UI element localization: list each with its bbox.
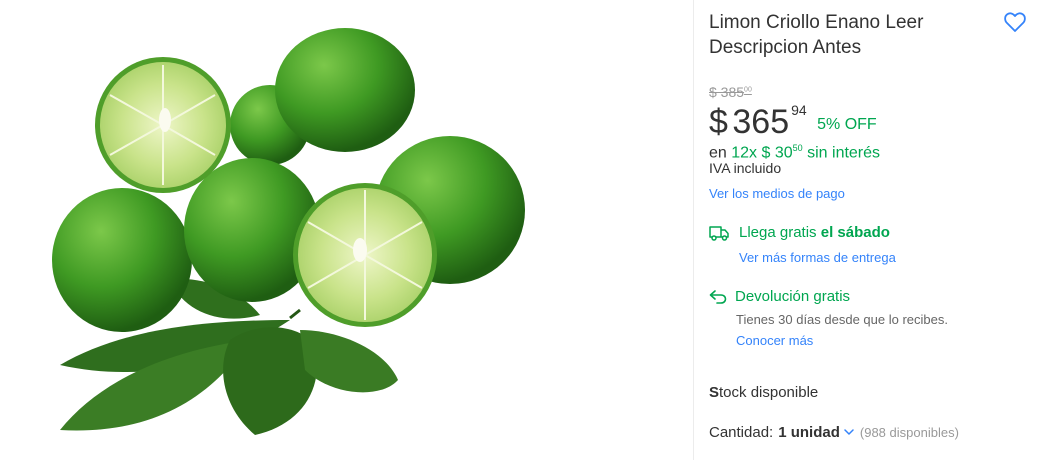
payment-methods-link[interactable]: Ver los medios de pago (709, 186, 845, 201)
quantity-available: (988 disponibles) (859, 425, 959, 440)
favorite-button[interactable] (1003, 10, 1027, 34)
returns-info: Devolución gratis (709, 288, 850, 305)
shipping-day: el sábado (820, 224, 890, 241)
installments-amount: 12x $ 30 (731, 144, 793, 162)
discount-badge: 5% OFF (817, 116, 877, 133)
product-image-panel[interactable] (0, 0, 693, 460)
chevron-down-icon[interactable] (844, 429, 854, 436)
returns-detail: Tienes 30 días desde que lo recibes. (736, 312, 948, 327)
return-arrow-icon (709, 289, 727, 304)
shipping-text: Llega gratis el sábado (739, 224, 890, 241)
more-shipping-options-link[interactable]: Ver más formas de entrega (739, 250, 896, 265)
original-price-amount: $ 385 (709, 84, 745, 100)
stock-text: tock disponible (719, 384, 819, 401)
shipping-info: Llega gratis el sábado (709, 224, 890, 241)
original-price: $ 38500 (709, 84, 752, 100)
stock-initial: S (709, 384, 720, 401)
panel-divider (693, 0, 694, 460)
price-amount: 365 (732, 103, 790, 141)
quantity-row: Cantidad: 1 unidad (988 disponibles) (709, 424, 959, 441)
currency-symbol: $ (709, 103, 728, 141)
returns-title: Devolución gratis (735, 288, 851, 305)
installments-suffix: sin interés (807, 144, 881, 162)
truck-icon (709, 225, 729, 241)
product-title: Limon Criollo Enano Leer Descripcion Ant… (709, 12, 924, 58)
shipping-free-label: Llega gratis (739, 224, 817, 241)
product-image[interactable] (0, 0, 693, 460)
heart-icon[interactable] (1003, 10, 1027, 34)
original-price-cents: 00 (744, 86, 752, 94)
tax-note: IVA incluido (709, 160, 782, 176)
current-price: $ 365 94 5% OFF (709, 102, 877, 142)
installments-cents: 50 (792, 143, 803, 153)
product-info-panel: Limon Criollo Enano Leer Descripcion Ant… (709, 0, 1029, 460)
returns-learn-more-link[interactable]: Conocer más (736, 333, 813, 348)
installments-prefix: en (709, 144, 727, 162)
price-cents: 94 (791, 102, 807, 118)
quantity-label: Cantidad: (709, 424, 774, 441)
quantity-selector[interactable]: 1 unidad (778, 424, 854, 441)
stock-status: Stock disponible (709, 384, 818, 401)
quantity-value[interactable]: 1 unidad (778, 424, 840, 441)
